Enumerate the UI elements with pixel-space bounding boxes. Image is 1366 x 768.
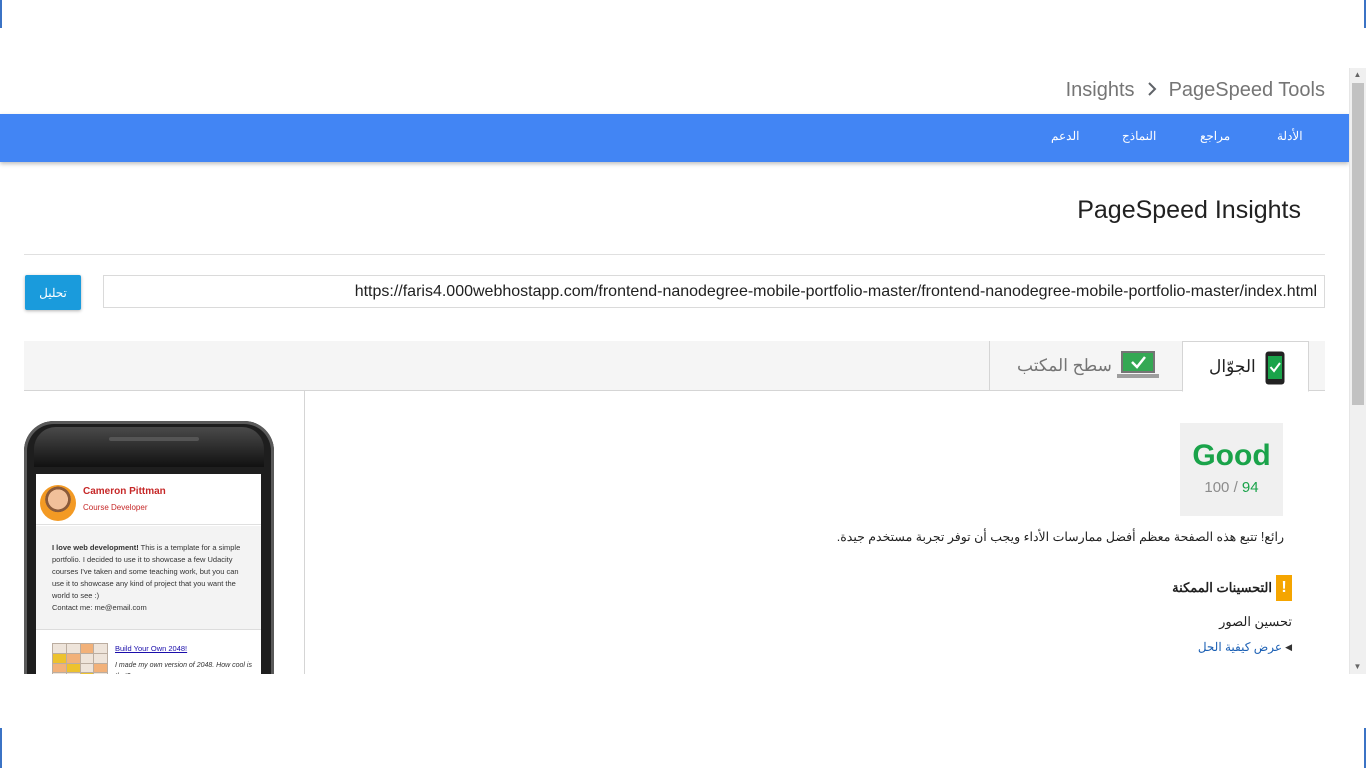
preview-project-link: Build Your Own 2048!: [115, 644, 188, 653]
show-fix-link[interactable]: ◀ عرض كيفية الحل: [1198, 640, 1292, 654]
avatar: [40, 485, 76, 521]
chevron-right-icon: [1145, 80, 1159, 101]
nav-item-support[interactable]: الدعم: [1051, 129, 1079, 143]
page-title: PageSpeed Insights: [1077, 196, 1301, 224]
scroll-down-arrow-icon[interactable]: ▼: [1349, 660, 1366, 674]
tab-mobile[interactable]: الجوّال: [1182, 341, 1309, 392]
phone-bezel-top: [34, 427, 264, 467]
phone-frame: Cameron Pittman Course Developer I love …: [24, 421, 274, 674]
show-fix-label: عرض كيفية الحل: [1197, 640, 1283, 654]
preview-bio: I love web development! This is a templa…: [36, 526, 261, 630]
score-label: Good: [1192, 439, 1271, 472]
scrollbar-thumb[interactable]: [1352, 83, 1364, 405]
breadcrumb-insights-link[interactable]: Insights: [1066, 79, 1135, 102]
score-value: 100 / 94: [1180, 479, 1283, 496]
triangle-left-icon: ◀: [1285, 641, 1292, 652]
score-number: 94: [1241, 479, 1259, 496]
laptop-icon: [1117, 350, 1159, 385]
score-separator: /: [1233, 479, 1238, 496]
nav-bar: الأدلة مراجع النماذج الدعم: [0, 114, 1349, 162]
nav-item-guides[interactable]: الأدلة: [1277, 129, 1303, 143]
analyze-button[interactable]: تحليل: [25, 275, 81, 310]
window-edge-left-top: [0, 0, 2, 28]
preview-bio-bold: I love web development!: [52, 543, 139, 552]
window-edge-left-bottom: [0, 728, 2, 768]
optimizations-heading: ! التحسينات الممكنة: [1172, 575, 1292, 601]
phone-speaker: [109, 437, 199, 441]
results-panel: Good 100 / 94 رائع! تتبع هذه الصفحة معظم…: [306, 391, 1306, 674]
score-max: 100: [1204, 479, 1230, 496]
nav-item-samples[interactable]: النماذج: [1122, 129, 1156, 143]
breadcrumb-tools-link[interactable]: PageSpeed Tools: [1169, 79, 1325, 102]
tab-mobile-label: الجوّال: [1209, 357, 1256, 376]
device-tabs: الجوّال سطح المكتب: [24, 341, 1325, 392]
preview-role: Course Developer: [83, 503, 148, 512]
browser-window: Insights PageSpeed Tools الأدلة مراجع ال…: [0, 0, 1366, 768]
nav-item-reviews[interactable]: مراجع: [1200, 129, 1230, 143]
title-divider: [24, 254, 1325, 255]
vertical-scrollbar[interactable]: ▲ ▼: [1349, 68, 1366, 674]
breadcrumb: Insights PageSpeed Tools: [1066, 78, 1325, 102]
page-viewport: Insights PageSpeed Tools الأدلة مراجع ال…: [0, 68, 1366, 674]
rule-name: تحسين الصور: [1219, 614, 1292, 629]
preview-contact: Contact me: me@email.com: [52, 603, 147, 612]
tab-desktop[interactable]: سطح المكتب: [989, 341, 1182, 391]
warning-icon: !: [1276, 575, 1292, 601]
scroll-up-arrow-icon[interactable]: ▲: [1349, 68, 1366, 82]
preview-header: Cameron Pittman Course Developer: [36, 474, 261, 525]
screenshot-preview-panel: Cameron Pittman Course Developer I love …: [24, 391, 305, 674]
score-box: Good 100 / 94: [1180, 423, 1283, 516]
phone-screenshot: Cameron Pittman Course Developer I love …: [36, 474, 261, 674]
preview-name: Cameron Pittman: [83, 486, 166, 497]
preview-project-thumbnail: [52, 643, 108, 674]
url-input[interactable]: [103, 275, 1325, 308]
summary-text: رائع! تتبع هذه الصفحة معظم أفضل ممارسات …: [836, 530, 1284, 544]
mobile-icon: [1265, 351, 1285, 390]
preview-project-desc: I made my own version of 2048. How cool …: [115, 662, 252, 674]
optimizations-heading-text: التحسينات الممكنة: [1172, 580, 1272, 595]
tab-desktop-label: سطح المكتب: [1017, 356, 1112, 375]
